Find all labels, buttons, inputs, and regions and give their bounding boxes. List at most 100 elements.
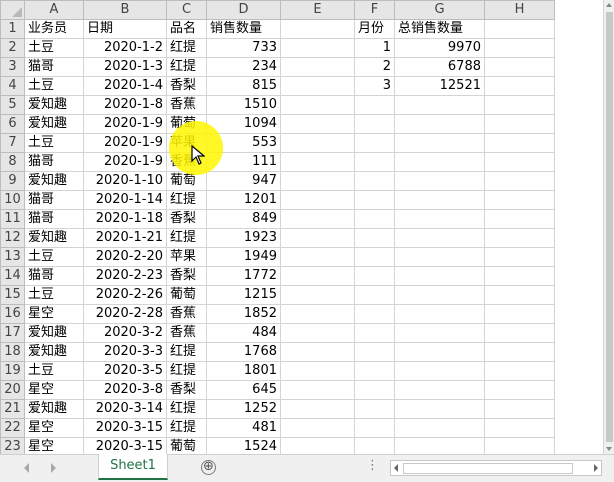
select-all-corner[interactable] — [0, 0, 25, 20]
cell-b1[interactable]: 日期 — [83, 19, 167, 39]
cell-c22[interactable]: 红提 — [166, 418, 207, 438]
cell-a8[interactable]: 猫哥 — [24, 152, 84, 172]
cell-f6[interactable] — [354, 114, 395, 134]
cell-d17[interactable]: 484 — [206, 323, 281, 343]
cell-d18[interactable]: 1768 — [206, 342, 281, 362]
cell-b23[interactable]: 2020-3-15 — [83, 437, 167, 454]
row-header[interactable]: 2 — [0, 38, 25, 58]
cell-h14[interactable] — [484, 266, 555, 286]
cell-e11[interactable] — [280, 209, 355, 229]
cell-c3[interactable]: 红提 — [166, 57, 207, 77]
cell-d2[interactable]: 733 — [206, 38, 281, 58]
previous-sheet-icon[interactable] — [24, 463, 29, 473]
cell-d13[interactable]: 1949 — [206, 247, 281, 267]
row-header[interactable]: 9 — [0, 171, 25, 191]
cell-a2[interactable]: 土豆 — [24, 38, 84, 58]
cell-f3[interactable]: 2 — [354, 57, 395, 77]
cell-f21[interactable] — [354, 399, 395, 419]
cell-h19[interactable] — [484, 361, 555, 381]
cell-d11[interactable]: 849 — [206, 209, 281, 229]
cell-e13[interactable] — [280, 247, 355, 267]
row-header[interactable]: 22 — [0, 418, 25, 438]
cell-b7[interactable]: 2020-1-9 — [83, 133, 167, 153]
cell-e17[interactable] — [280, 323, 355, 343]
row-header[interactable]: 14 — [0, 266, 25, 286]
cell-a7[interactable]: 土豆 — [24, 133, 84, 153]
cell-c2[interactable]: 红提 — [166, 38, 207, 58]
cell-d22[interactable]: 481 — [206, 418, 281, 438]
cell-e22[interactable] — [280, 418, 355, 438]
cell-a18[interactable]: 爱知趣 — [24, 342, 84, 362]
cell-f16[interactable] — [354, 304, 395, 324]
column-header-d[interactable]: D — [206, 0, 281, 20]
cell-e8[interactable] — [280, 152, 355, 172]
cell-g13[interactable] — [394, 247, 485, 267]
cell-h9[interactable] — [484, 171, 555, 191]
cell-a19[interactable]: 土豆 — [24, 361, 84, 381]
cell-f23[interactable] — [354, 437, 395, 454]
cell-e18[interactable] — [280, 342, 355, 362]
cell-g15[interactable] — [394, 285, 485, 305]
cell-a14[interactable]: 猫哥 — [24, 266, 84, 286]
row-header[interactable]: 1 — [0, 19, 25, 39]
cell-b21[interactable]: 2020-3-14 — [83, 399, 167, 419]
cell-g7[interactable] — [394, 133, 485, 153]
cell-g5[interactable] — [394, 95, 485, 115]
cell-b6[interactable]: 2020-1-9 — [83, 114, 167, 134]
cell-d8[interactable]: 111 — [206, 152, 281, 172]
cell-g8[interactable] — [394, 152, 485, 172]
cell-f11[interactable] — [354, 209, 395, 229]
cell-f5[interactable] — [354, 95, 395, 115]
cell-h4[interactable] — [484, 76, 555, 96]
cell-c10[interactable]: 红提 — [166, 190, 207, 210]
row-header[interactable]: 13 — [0, 247, 25, 267]
cell-h3[interactable] — [484, 57, 555, 77]
cell-d20[interactable]: 645 — [206, 380, 281, 400]
cell-g16[interactable] — [394, 304, 485, 324]
cell-d5[interactable]: 1510 — [206, 95, 281, 115]
cell-g2[interactable]: 9970 — [394, 38, 485, 58]
cell-b19[interactable]: 2020-3-5 — [83, 361, 167, 381]
row-header[interactable]: 15 — [0, 285, 25, 305]
cell-f18[interactable] — [354, 342, 395, 362]
cell-c21[interactable]: 红提 — [166, 399, 207, 419]
cell-c12[interactable]: 红提 — [166, 228, 207, 248]
cell-b17[interactable]: 2020-3-2 — [83, 323, 167, 343]
cell-h2[interactable] — [484, 38, 555, 58]
cell-e4[interactable] — [280, 76, 355, 96]
cell-d19[interactable]: 1801 — [206, 361, 281, 381]
cell-c14[interactable]: 香梨 — [166, 266, 207, 286]
cell-f10[interactable] — [354, 190, 395, 210]
cell-grid[interactable]: ABCDEFGH 1 业务员 日期 品名 销售数量 月份 总销售数量 2 土豆 2020-1-2 红… — [0, 0, 555, 454]
cell-d10[interactable]: 1201 — [206, 190, 281, 210]
cell-a12[interactable]: 爱知趣 — [24, 228, 84, 248]
row-header[interactable]: 16 — [0, 304, 25, 324]
cell-b3[interactable]: 2020-1-3 — [83, 57, 167, 77]
scroll-up-icon[interactable] — [606, 3, 612, 7]
cell-c23[interactable]: 葡萄 — [166, 437, 207, 454]
cell-h6[interactable] — [484, 114, 555, 134]
cell-c16[interactable]: 香蕉 — [166, 304, 207, 324]
cell-b20[interactable]: 2020-3-8 — [83, 380, 167, 400]
cell-d21[interactable]: 1252 — [206, 399, 281, 419]
cell-h7[interactable] — [484, 133, 555, 153]
cell-e21[interactable] — [280, 399, 355, 419]
row-header[interactable]: 10 — [0, 190, 25, 210]
row-header[interactable]: 3 — [0, 57, 25, 77]
cell-c18[interactable]: 红提 — [166, 342, 207, 362]
horizontal-scrollbar[interactable] — [390, 460, 602, 476]
horizontal-scroll-thumb[interactable] — [403, 463, 573, 474]
row-header[interactable]: 12 — [0, 228, 25, 248]
cell-g18[interactable] — [394, 342, 485, 362]
cell-a10[interactable]: 猫哥 — [24, 190, 84, 210]
scroll-left-icon[interactable] — [394, 464, 398, 472]
cell-g4[interactable]: 12521 — [394, 76, 485, 96]
cell-f9[interactable] — [354, 171, 395, 191]
row-header[interactable]: 8 — [0, 152, 25, 172]
cell-c13[interactable]: 苹果 — [166, 247, 207, 267]
column-header-f[interactable]: F — [354, 0, 395, 20]
cell-f13[interactable] — [354, 247, 395, 267]
cell-g14[interactable] — [394, 266, 485, 286]
cell-h11[interactable] — [484, 209, 555, 229]
tab-split-handle-icon[interactable]: ⋮ — [366, 458, 379, 473]
